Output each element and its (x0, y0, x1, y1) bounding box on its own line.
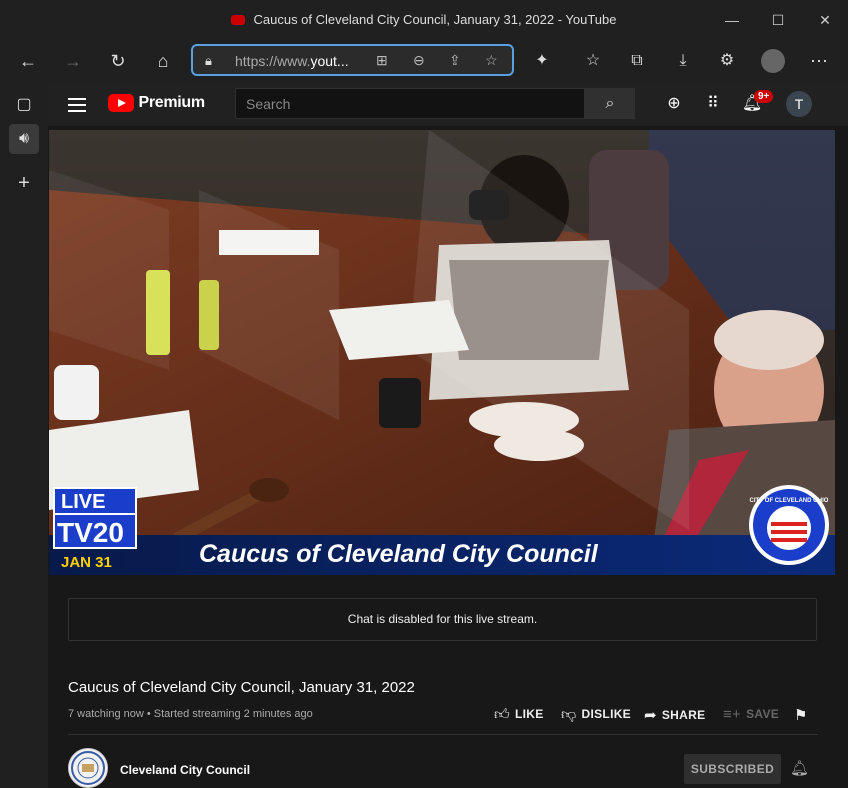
save-button[interactable]: ≡+ SAVE (723, 706, 779, 723)
add-favorite-icon[interactable]: ☆ (485, 52, 498, 69)
browser-sidebar: ▢ 🔊︎ + (0, 82, 48, 788)
flag-icon: ⚑ (794, 707, 808, 724)
menu-icon[interactable] (68, 94, 86, 114)
forward-button[interactable]: → (60, 48, 86, 74)
close-window-button[interactable]: ✕ (810, 8, 840, 32)
like-button[interactable]: 👍︎ LIKE (494, 706, 544, 724)
youtube-header: Premium Search ⌕ ⊕ ⠿ 🔔︎ 9+ T (48, 82, 848, 126)
youtube-favicon-icon (231, 15, 246, 25)
video-meta: 7 watching now • Started streaming 2 min… (68, 708, 313, 720)
report-flag-button[interactable]: ⚑ (794, 706, 813, 724)
thumbs-down-icon: 👎︎ (561, 706, 577, 723)
share-button[interactable]: ➦ SHARE (644, 706, 705, 724)
divider (68, 734, 818, 735)
live-label: LIVE (61, 491, 105, 513)
share-page-icon[interactable]: ⇪ (449, 52, 461, 69)
lock-icon: 🔒︎ (205, 53, 212, 68)
video-player[interactable]: Caucus of Cleveland City Council LIVE TV… (49, 130, 835, 575)
window-titlebar: Caucus of Cleveland City Council, Januar… (0, 0, 848, 40)
like-label: LIKE (514, 707, 544, 721)
new-tab-icon[interactable]: + (9, 168, 39, 198)
share-arrow-icon: ➦ (644, 707, 657, 724)
notification-count-badge: 9+ (754, 90, 774, 103)
extensions-icon[interactable]: ✦ (529, 48, 555, 74)
tab-actions-icon[interactable]: ▢ (9, 90, 39, 120)
youtube-premium-logo[interactable]: Premium (108, 94, 205, 114)
zoom-icon[interactable]: ⊖ (413, 52, 425, 69)
seal-text: CITY OF CLEVELAND OHIO (750, 498, 829, 504)
performance-icon[interactable]: ⚙ (714, 48, 740, 74)
profile-avatar[interactable] (760, 48, 786, 74)
overlay-title: Caucus of Cleveland City Council (199, 540, 599, 568)
reload-button[interactable]: ↻ (105, 48, 131, 74)
channel-name[interactable]: Cleveland City Council (120, 763, 250, 777)
chat-disabled-box: Chat is disabled for this live stream. (68, 598, 817, 641)
channel-avatar[interactable] (68, 748, 108, 788)
maximize-button[interactable]: ☐ (763, 8, 793, 32)
downloads-icon[interactable]: ⤓ (670, 48, 696, 74)
minimize-button[interactable]: — (717, 8, 747, 32)
search-icon: ⌕ (605, 95, 615, 112)
url-text[interactable]: https://www.yout... (235, 53, 360, 69)
url-domain: yout... (310, 53, 349, 69)
tv20-label: TV20 (57, 517, 124, 548)
share-label: SHARE (661, 708, 706, 722)
url-prefix: https://www. (235, 53, 311, 69)
youtube-play-icon (108, 94, 134, 112)
favorites-icon[interactable]: ☆ (580, 48, 606, 74)
thumbs-up-icon: 👍︎ (494, 706, 510, 723)
tab-audio-icon[interactable]: 🔊︎ (9, 124, 39, 154)
channel-bell-icon[interactable]: 🔔︎ (790, 759, 809, 777)
window-title-text: Caucus of Cleveland City Council, Januar… (253, 12, 617, 27)
subscribe-button[interactable]: SUBSCRIBED (684, 754, 781, 784)
save-label: SAVE (746, 707, 780, 721)
collections-icon[interactable]: ⧉ (624, 48, 650, 74)
address-bar[interactable]: 🔒︎ https://www.yout... ⊞ ⊖ ⇪ ☆ (191, 44, 514, 76)
dislike-button[interactable]: 👎︎ DISLIKE (561, 706, 631, 724)
dislike-label: DISLIKE (581, 707, 631, 721)
user-avatar[interactable]: T (786, 91, 812, 117)
channel-seal-icon (71, 751, 105, 785)
more-menu-button[interactable]: ⋯ (806, 48, 832, 74)
apps-grid-icon[interactable]: ⠿ (701, 92, 725, 116)
video-title: Caucus of Cleveland City Council, Januar… (68, 679, 415, 696)
create-video-icon[interactable]: ⊕ (662, 92, 686, 116)
search-button[interactable]: ⌕ (585, 88, 635, 119)
app-available-icon[interactable]: ⊞ (376, 52, 388, 69)
logo-word: Premium (138, 94, 205, 111)
playlist-add-icon: ≡+ (723, 706, 742, 723)
video-frame: Caucus of Cleveland City Council LIVE TV… (49, 130, 835, 575)
search-input[interactable]: Search (235, 88, 585, 119)
date-label: JAN 31 (61, 554, 112, 571)
back-button[interactable]: ← (15, 48, 41, 74)
home-button[interactable]: ⌂ (150, 48, 176, 74)
youtube-page: Premium Search ⌕ ⊕ ⠿ 🔔︎ 9+ T Caucus of C… (48, 82, 848, 788)
